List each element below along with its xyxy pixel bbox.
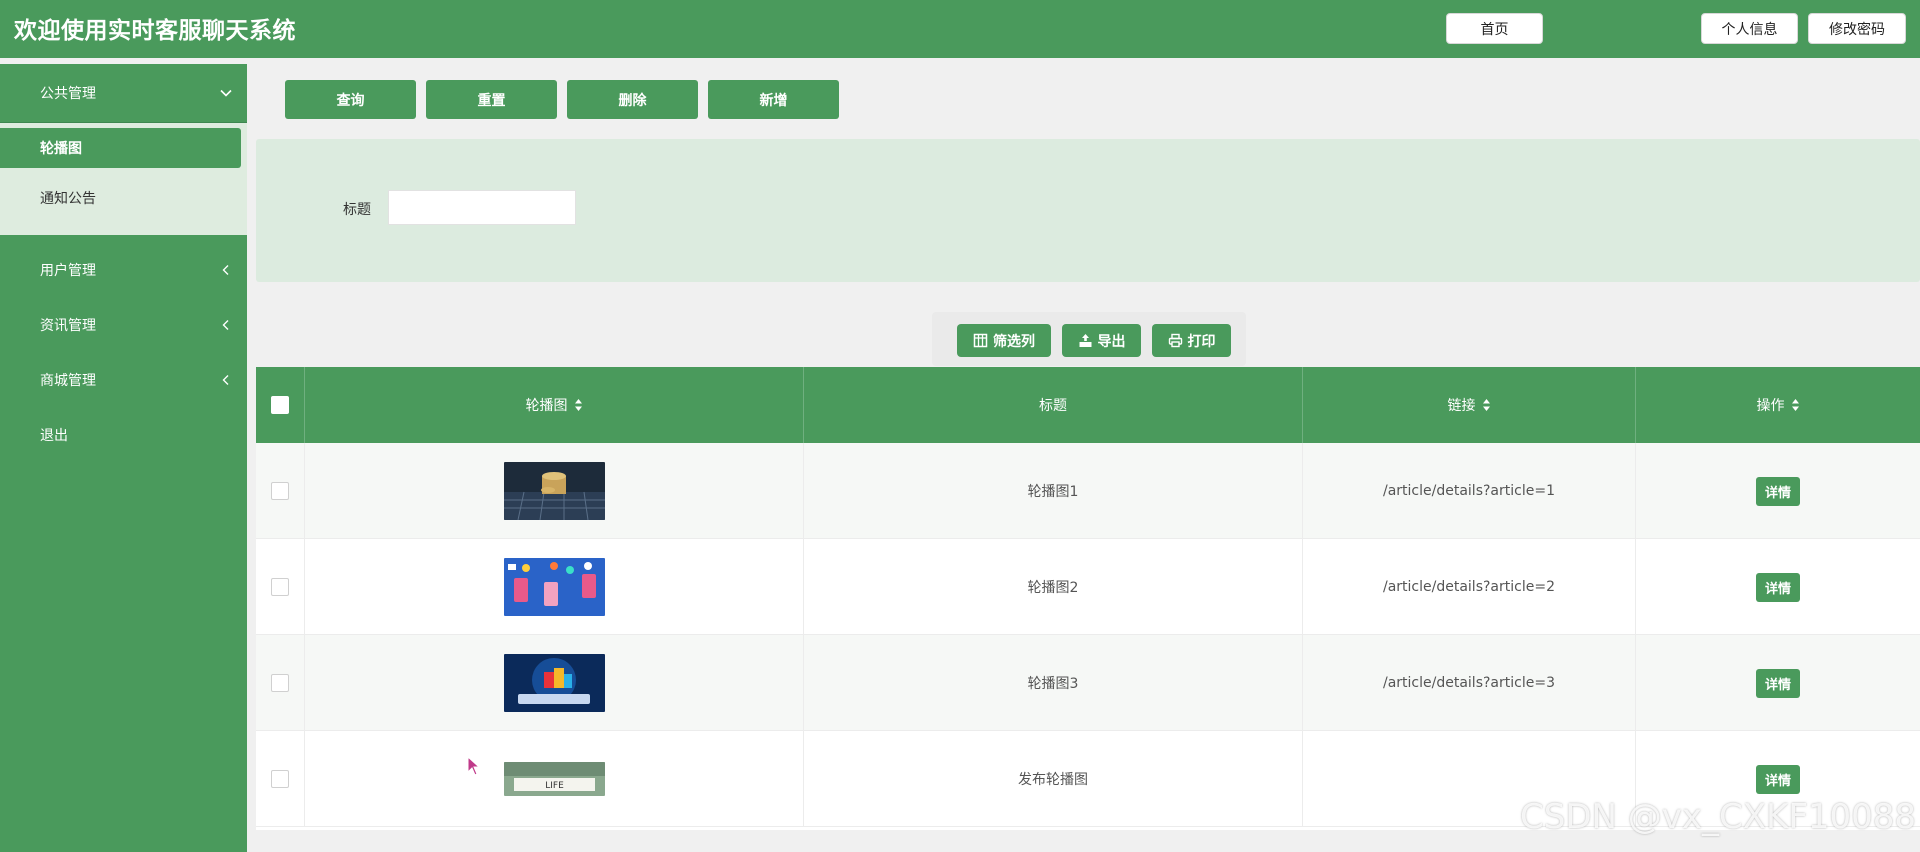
sort-icon: [1482, 399, 1490, 411]
column-header-link[interactable]: 链接: [1303, 367, 1636, 443]
watermark: CSDN @vx_CXKF10088: [1520, 797, 1917, 837]
row-checkbox[interactable]: [271, 578, 289, 596]
table-header: 轮播图 标题 链接 操作: [256, 367, 1920, 443]
sidebar-group-label: 用户管理: [40, 263, 96, 279]
row-select-cell: [256, 635, 305, 731]
sidebar-group-label: 商城管理: [40, 373, 96, 389]
sidebar-item-carousel[interactable]: 轮播图: [0, 128, 241, 168]
sort-icon: [1791, 399, 1799, 411]
sidebar-item-label: 轮播图: [40, 141, 82, 157]
title-filter-input[interactable]: [388, 190, 576, 225]
sort-icon: [574, 399, 582, 411]
action-cell: 详情: [1636, 635, 1920, 731]
table-row: 轮播图3 /article/details?article=3 详情: [256, 635, 1920, 731]
title-cell: 轮播图2: [804, 539, 1303, 635]
add-button[interactable]: 新增: [708, 80, 839, 119]
filter-columns-button[interactable]: 筛选列: [957, 324, 1051, 357]
reset-button[interactable]: 重置: [426, 80, 557, 119]
mouse-cursor-icon: [467, 756, 481, 776]
sidebar-group-public[interactable]: 公共管理: [0, 64, 247, 123]
detail-button[interactable]: 详情: [1756, 572, 1800, 602]
printer-icon: [1168, 333, 1182, 348]
query-button[interactable]: 查询: [285, 80, 416, 119]
sidebar-group-label: 资讯管理: [40, 318, 96, 334]
row-checkbox[interactable]: [271, 482, 289, 500]
sidebar-item-notice[interactable]: 通知公告: [0, 178, 247, 218]
title-filter-label: 标题: [343, 202, 371, 218]
table-row: 轮播图1 /article/details?article=1 详情: [256, 443, 1920, 539]
column-header-label: 链接: [1447, 398, 1476, 414]
column-header-action[interactable]: 操作: [1636, 367, 1920, 443]
sidebar-group-shop[interactable]: 商城管理: [0, 355, 247, 405]
carousel-thumbnail[interactable]: [503, 654, 605, 712]
row-checkbox[interactable]: [271, 674, 289, 692]
app-title: 欢迎使用实时客服聊天系统: [14, 18, 296, 44]
sidebar: 公共管理 轮播图 通知公告 用户管理 资讯管理 商城管理 退出: [0, 64, 247, 852]
sidebar-group-news[interactable]: 资讯管理: [0, 300, 247, 350]
sidebar-item-logout[interactable]: 退出: [0, 410, 247, 460]
link-cell: /article/details?article=2: [1303, 539, 1636, 635]
delete-button[interactable]: 删除: [567, 80, 698, 119]
column-header-image[interactable]: 轮播图: [305, 367, 804, 443]
image-cell: [305, 443, 804, 539]
title-cell: 发布轮播图: [804, 731, 1303, 827]
sidebar-group-label: 公共管理: [40, 86, 96, 102]
filter-columns-label: 筛选列: [993, 333, 1035, 350]
export-icon: [1079, 334, 1091, 347]
detail-button[interactable]: 详情: [1756, 668, 1800, 698]
home-button[interactable]: 首页: [1446, 13, 1543, 44]
export-button[interactable]: 导出: [1062, 324, 1141, 357]
sidebar-submenu: 轮播图 通知公告: [0, 123, 247, 235]
image-cell: [305, 635, 804, 731]
row-select-cell: [256, 731, 305, 827]
detail-button[interactable]: 详情: [1756, 764, 1800, 794]
title-cell: 轮播图1: [804, 443, 1303, 539]
row-select-cell: [256, 443, 305, 539]
export-label: 导出: [1097, 333, 1126, 350]
print-button[interactable]: 打印: [1152, 324, 1231, 357]
column-header-label: 轮播图: [525, 398, 568, 414]
link-cell: /article/details?article=3: [1303, 635, 1636, 731]
select-all-checkbox[interactable]: [271, 396, 289, 414]
print-label: 打印: [1187, 333, 1216, 350]
search-panel: 标题: [256, 139, 1920, 282]
thumbnail-text: LIFE: [545, 781, 564, 791]
link-cell: /article/details?article=1: [1303, 443, 1636, 539]
carousel-thumbnail[interactable]: LIFE: [503, 762, 605, 796]
carousel-thumbnail[interactable]: [503, 558, 605, 616]
row-checkbox[interactable]: [271, 770, 289, 788]
sidebar-group-users[interactable]: 用户管理: [0, 245, 247, 295]
image-cell: LIFE: [305, 731, 804, 827]
chevron-left-icon: [222, 265, 229, 275]
table-row: 轮播图2 /article/details?article=2 详情: [256, 539, 1920, 635]
table-toolbar: 筛选列 导出 打印: [932, 312, 1246, 366]
column-header-title: 标题: [804, 367, 1303, 443]
detail-button[interactable]: 详情: [1756, 476, 1800, 506]
row-select-cell: [256, 539, 305, 635]
title-cell: 轮播图3: [804, 635, 1303, 731]
sidebar-item-label: 通知公告: [40, 191, 96, 207]
column-header-label: 标题: [1039, 398, 1067, 414]
profile-button[interactable]: 个人信息: [1701, 13, 1798, 44]
chevron-left-icon: [222, 375, 229, 385]
carousel-table: 轮播图 标题 链接 操作 轮播图1 /article/details?artic…: [256, 367, 1920, 830]
select-all-cell: [256, 367, 305, 443]
chevron-down-icon: [220, 89, 232, 97]
action-cell: 详情: [1636, 443, 1920, 539]
action-cell: 详情: [1636, 539, 1920, 635]
carousel-thumbnail[interactable]: [503, 462, 605, 520]
image-cell: [305, 539, 804, 635]
top-header: 欢迎使用实时客服聊天系统 首页 个人信息 修改密码: [0, 0, 1920, 58]
change-password-button[interactable]: 修改密码: [1808, 13, 1906, 44]
chevron-left-icon: [222, 320, 229, 330]
column-header-label: 操作: [1756, 398, 1785, 414]
columns-icon: [973, 333, 988, 348]
sidebar-group-label: 退出: [40, 428, 68, 444]
